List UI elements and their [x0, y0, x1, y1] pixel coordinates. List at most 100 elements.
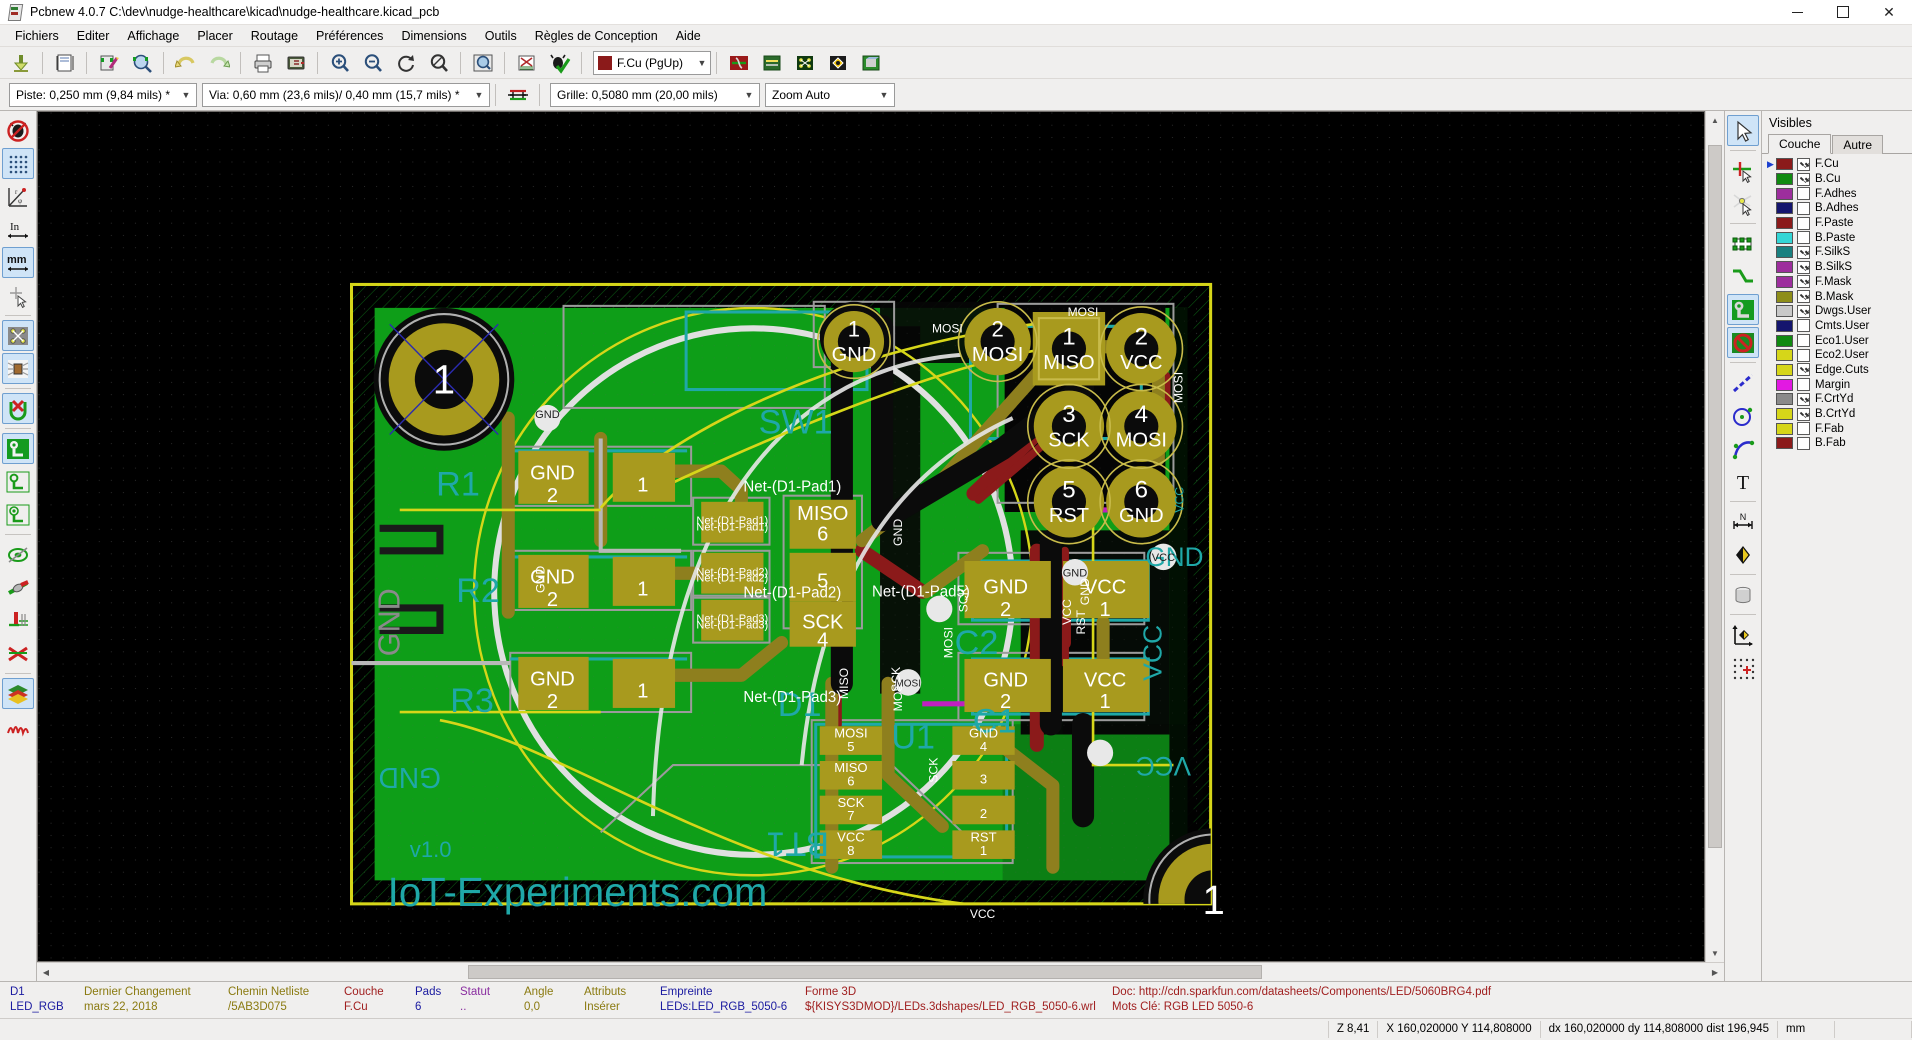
track-via-size-icon[interactable]: [502, 80, 533, 109]
highlight-net-tool-icon[interactable]: [1727, 155, 1759, 186]
layer-color-swatch[interactable]: [1776, 408, 1793, 421]
layer-visibility-checkbox[interactable]: [1797, 231, 1810, 245]
layer-color-swatch[interactable]: [1776, 261, 1793, 274]
hscroll-thumb[interactable]: [467, 965, 1263, 979]
drc-icon[interactable]: [544, 48, 575, 77]
set-origin-icon[interactable]: [1727, 619, 1759, 650]
show-ratsnest-icon[interactable]: [789, 48, 820, 77]
add-dimension-icon[interactable]: N: [1727, 506, 1759, 537]
active-layer-select[interactable]: F.Cu (PgUp) ▼: [593, 50, 711, 75]
layer-row-b-crtyd[interactable]: B.CrtYd: [1762, 407, 1912, 422]
layer-color-swatch[interactable]: [1776, 202, 1793, 215]
menu-editer[interactable]: Editer: [68, 27, 119, 45]
zoom-redraw-icon[interactable]: [390, 48, 421, 77]
chevron-down-icon[interactable]: ▼: [876, 90, 892, 100]
plot-icon[interactable]: [280, 48, 311, 77]
track-width-select[interactable]: Piste: 0,250 mm (9,84 mils) * ▼: [9, 82, 197, 107]
layer-visibility-checkbox[interactable]: [1797, 304, 1810, 318]
pcb-canvas[interactable]: SW1 R1 R2 R3 D1 U1 C1 C2 BT1 GND VCC VCC…: [37, 111, 1705, 962]
layer-visibility-checkbox[interactable]: [1797, 422, 1810, 436]
layer-color-swatch[interactable]: [1776, 393, 1793, 406]
print-icon[interactable]: [247, 48, 278, 77]
tab-autre[interactable]: Autre: [1832, 135, 1884, 154]
layer-row-eco2-user[interactable]: Eco2.User: [1762, 348, 1912, 363]
layer-color-swatch[interactable]: [1776, 217, 1793, 230]
layer-row-f-fab[interactable]: F.Fab: [1762, 421, 1912, 436]
zones-filled-icon[interactable]: [2, 433, 34, 464]
show-modules-sketch-icon[interactable]: [2, 605, 34, 636]
close-button[interactable]: ✕: [1866, 0, 1912, 24]
layer-color-swatch[interactable]: [1776, 349, 1793, 362]
layer-color-swatch[interactable]: [1776, 173, 1793, 186]
add-text-icon[interactable]: T: [1727, 466, 1759, 497]
drc-marker-icon[interactable]: [822, 48, 853, 77]
units-mm-icon[interactable]: mm: [2, 247, 34, 278]
layer-row-margin[interactable]: Margin: [1762, 377, 1912, 392]
layer-row-b-cu[interactable]: B.Cu: [1762, 172, 1912, 187]
menu-aide[interactable]: Aide: [667, 27, 710, 45]
layer-list[interactable]: ▶ F.Cu B.Cu F.Adhes B.Adhes F.Paste B.Paste F.S…: [1762, 154, 1912, 981]
add-circle-icon[interactable]: [1727, 400, 1759, 431]
layer-visibility-checkbox[interactable]: [1797, 172, 1810, 186]
menu-routage[interactable]: Routage: [242, 27, 307, 45]
add-via-icon[interactable]: [1727, 294, 1759, 325]
undo-icon[interactable]: [170, 48, 201, 77]
via-size-select[interactable]: Via: 0,60 mm (23,6 mils)/ 0,40 mm (15,7 …: [202, 82, 490, 107]
layer-color-swatch[interactable]: [1776, 363, 1793, 376]
hide-via-icon[interactable]: [2, 539, 34, 570]
layer-row-b-mask[interactable]: B.Mask: [1762, 289, 1912, 304]
layer-row-f-adhes[interactable]: F.Adhes: [1762, 186, 1912, 201]
cursor-shape-icon[interactable]: [2, 280, 34, 311]
auto-delete-track-icon[interactable]: [2, 393, 34, 424]
layer-row-f-paste[interactable]: F.Paste: [1762, 216, 1912, 231]
layer-color-swatch[interactable]: [1776, 422, 1793, 435]
polar-coords-icon[interactable]: r φ: [2, 181, 34, 212]
layer-visibility-checkbox[interactable]: [1797, 201, 1810, 215]
hscroll-track[interactable]: [55, 963, 1706, 981]
layer-visibility-checkbox[interactable]: [1797, 334, 1810, 348]
layer-row-f-silks[interactable]: F.SilkS: [1762, 245, 1912, 260]
grid-visibility-icon[interactable]: [2, 148, 34, 179]
layer-color-swatch[interactable]: [1776, 290, 1793, 303]
layer-color-swatch[interactable]: [1776, 187, 1793, 200]
layer-color-swatch[interactable]: [1776, 437, 1793, 450]
find-icon[interactable]: [467, 48, 498, 77]
layer-visibility-checkbox[interactable]: [1797, 245, 1810, 259]
chevron-down-icon[interactable]: ▼: [694, 58, 710, 68]
layer-color-swatch[interactable]: [1776, 334, 1793, 347]
delete-icon[interactable]: [1727, 579, 1759, 610]
add-keepout-zone-icon[interactable]: [1727, 327, 1759, 358]
canvas-vertical-scrollbar[interactable]: ▲ ▼: [1705, 111, 1724, 962]
module-ratsnest-icon[interactable]: [2, 353, 34, 384]
layer-color-swatch[interactable]: [1776, 231, 1793, 244]
layer-visibility-checkbox[interactable]: [1797, 275, 1810, 289]
menu-regles-de-conception[interactable]: Règles de Conception: [526, 27, 667, 45]
layer-row-edge-cuts[interactable]: Edge.Cuts: [1762, 363, 1912, 378]
grid-select[interactable]: Grille: 0,5080 mm (20,00 mils) ▼: [550, 82, 760, 107]
select-tool-icon[interactable]: [1727, 115, 1759, 146]
layer-visibility-checkbox[interactable]: [1797, 216, 1810, 230]
layer-row-f-cu[interactable]: ▶ F.Cu: [1762, 157, 1912, 172]
canvas-horizontal-scrollbar[interactable]: ◀ ▶: [37, 962, 1724, 981]
chevron-down-icon[interactable]: ▼: [741, 90, 757, 100]
page-settings-icon[interactable]: [49, 48, 80, 77]
open-module-editor-icon[interactable]: [93, 48, 124, 77]
layer-visibility-checkbox[interactable]: [1797, 157, 1810, 171]
layer-row-f-mask[interactable]: F.Mask: [1762, 275, 1912, 290]
scroll-down-button[interactable]: ▼: [1706, 944, 1724, 962]
zones-unfilled-icon[interactable]: [2, 499, 34, 530]
add-line-icon[interactable]: [1727, 367, 1759, 398]
zoom-out-icon[interactable]: [357, 48, 388, 77]
high-contrast-icon[interactable]: [2, 638, 34, 669]
highlight-net-icon[interactable]: [756, 48, 787, 77]
zones-outline-icon[interactable]: [2, 466, 34, 497]
menu-affichage[interactable]: Affichage: [118, 27, 188, 45]
layer-visibility-checkbox[interactable]: [1797, 378, 1810, 392]
add-target-icon[interactable]: [1727, 539, 1759, 570]
add-track-icon[interactable]: [1727, 261, 1759, 292]
layer-visibility-checkbox[interactable]: [1797, 436, 1810, 450]
layer-color-swatch[interactable]: [1776, 158, 1793, 171]
layer-color-swatch[interactable]: [1776, 275, 1793, 288]
layer-visibility-checkbox[interactable]: [1797, 392, 1810, 406]
redo-icon[interactable]: [203, 48, 234, 77]
